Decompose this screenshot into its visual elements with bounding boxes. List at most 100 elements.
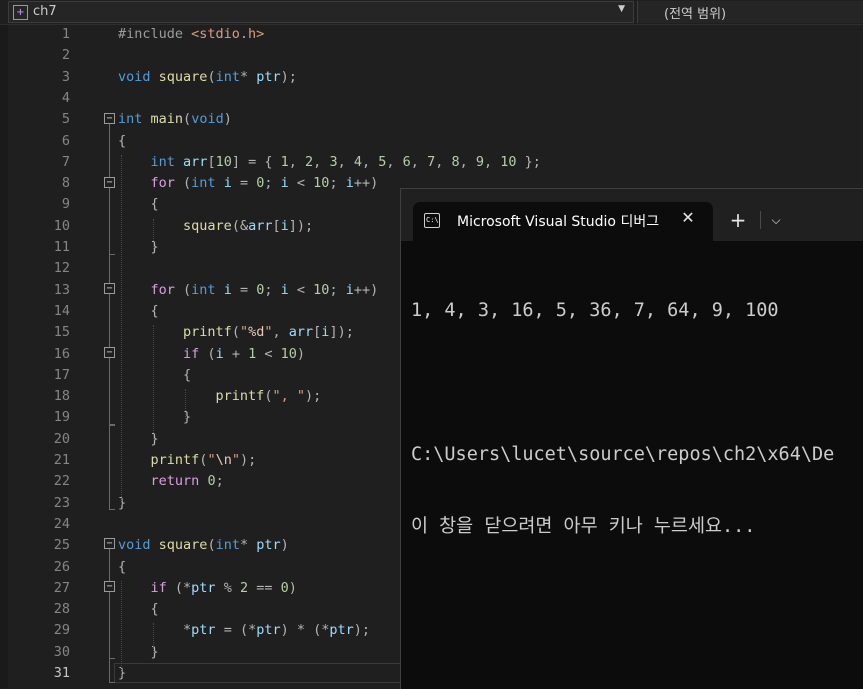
code-line[interactable]: 5 int main(void) — [0, 109, 863, 130]
fold-toggle-icon[interactable]: − — [104, 581, 115, 592]
console-tab[interactable]: C:\ Microsoft Visual Studio 디버그 ✕ — [413, 202, 713, 241]
code-token: i — [223, 175, 232, 192]
code-token: , — [272, 324, 289, 341]
code-token: ( — [231, 324, 240, 341]
code-token: if — [150, 579, 167, 596]
terminal-icon: C:\ — [424, 213, 440, 228]
code-token: 7 — [427, 153, 436, 170]
project-name: ch7 — [33, 4, 57, 19]
code-token: square — [158, 537, 208, 554]
code-token: arr — [288, 324, 314, 341]
fold-toggle-icon[interactable]: − — [104, 347, 115, 358]
code-token: #include — [118, 26, 192, 42]
code-token: " — [264, 324, 273, 341]
code-token: void — [118, 68, 151, 85]
code-text: void square(int* ptr) — [118, 535, 289, 556]
code-token: \n — [215, 452, 232, 468]
code-token: , — [410, 153, 428, 170]
code-token: ); — [280, 68, 297, 85]
scope-label: (전역 범위) — [664, 7, 727, 22]
code-token: ) — [288, 579, 297, 596]
cpp-project-icon: + — [13, 5, 28, 20]
code-token: i — [280, 217, 289, 234]
code-line[interactable]: 3 void square(int* ptr); — [0, 67, 863, 88]
code-token: ( — [199, 345, 216, 362]
code-line[interactable]: 1 #include <stdio.h> — [0, 24, 863, 45]
code-token: ; — [215, 473, 224, 490]
code-token: 10 — [500, 153, 517, 170]
line-number: 17 — [53, 366, 70, 383]
code-token: ); — [239, 452, 257, 468]
code-token: { — [150, 601, 159, 618]
line-number: 14 — [53, 302, 70, 319]
line-number: 21 — [53, 452, 70, 468]
line-number: 19 — [53, 409, 70, 426]
code-token: 2 — [305, 153, 314, 170]
code-token: ]); — [329, 324, 354, 341]
code-token: } — [150, 643, 159, 660]
code-token: int — [118, 111, 143, 128]
code-text: if (*ptr % 2 == 0) — [118, 578, 297, 599]
line-number: 12 — [53, 260, 70, 277]
code-token: ); — [304, 388, 322, 405]
code-token: ++) — [353, 281, 379, 298]
code-text: { — [118, 194, 159, 215]
code-token: 2 — [239, 579, 249, 596]
code-line[interactable]: 7 int arr[10] = { 1, 2, 3, 4, 5, 6, 7, 8… — [0, 152, 863, 173]
code-line[interactable]: 4 — [0, 88, 863, 109]
new-tab-plus-icon[interactable]: + — [727, 209, 749, 231]
code-token: (* — [166, 579, 192, 596]
code-token: ) * (* — [280, 622, 330, 639]
console-output[interactable]: 1, 4, 3, 16, 5, 36, 7, 64, 9, 100 C:\Use… — [411, 251, 863, 587]
fold-end — [109, 254, 115, 255]
fold-end — [109, 424, 115, 425]
code-token: } — [150, 239, 159, 255]
code-line[interactable]: 2 — [0, 45, 863, 66]
fold-toggle-icon[interactable]: − — [104, 113, 115, 124]
code-token: int — [191, 281, 216, 298]
code-token: , — [361, 153, 379, 170]
console-output-line: 1, 4, 3, 16, 5, 36, 7, 64, 9, 100 — [411, 300, 779, 321]
code-text: int main(void) — [118, 109, 232, 130]
code-token: , — [484, 153, 501, 170]
code-token: i — [280, 281, 289, 298]
debug-console-window[interactable]: C:\ Microsoft Visual Studio 디버그 ✕ + ⌵ 1,… — [400, 188, 863, 689]
project-dropdown[interactable]: + ch7 ▼ — [8, 1, 634, 23]
chevron-down-icon[interactable]: ⌵ — [765, 209, 787, 231]
indent-guide — [121, 581, 122, 676]
fold-toggle-icon[interactable]: − — [104, 538, 115, 549]
code-token: i — [345, 281, 354, 298]
code-text: for (int i = 0; i < 10; i++) — [118, 173, 379, 194]
code-token: { — [118, 132, 127, 149]
code-token: ptr — [191, 579, 216, 596]
code-token: i — [345, 175, 354, 192]
code-token: ptr — [256, 622, 281, 639]
code-token: { — [150, 196, 159, 213]
scope-dropdown[interactable]: (전역 범위) — [637, 1, 863, 23]
code-token: 8 — [451, 153, 460, 170]
line-number: 20 — [53, 430, 70, 447]
code-line[interactable]: 6{ — [0, 131, 863, 152]
code-text: square(&arr[i]); — [118, 216, 313, 237]
code-token: i — [280, 175, 289, 192]
console-titlebar: C:\ Microsoft Visual Studio 디버그 ✕ + ⌵ — [401, 189, 863, 241]
code-token: ( — [174, 281, 192, 298]
code-token: ; — [329, 281, 346, 298]
code-text: printf(", "); — [118, 386, 322, 407]
code-token: <stdio.h> — [191, 26, 265, 42]
fold-toggle-icon[interactable]: − — [104, 283, 115, 294]
code-token: 4 — [353, 153, 362, 170]
code-token: = — [231, 175, 257, 192]
close-icon[interactable]: ✕ — [679, 209, 697, 227]
chevron-down-icon: ▼ — [618, 4, 625, 14]
code-token: " — [239, 324, 249, 341]
fold-toggle-icon[interactable]: − — [104, 177, 115, 188]
